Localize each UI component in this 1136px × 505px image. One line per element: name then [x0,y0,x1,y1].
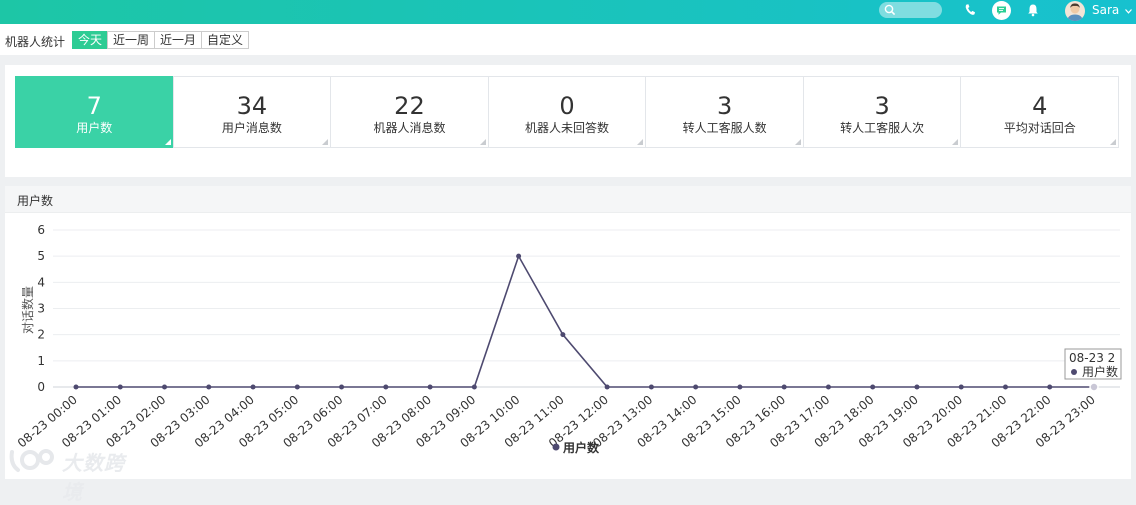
corner-triangle-icon [794,139,801,145]
data-point[interactable] [1002,384,1008,390]
data-point[interactable] [206,384,212,390]
data-point[interactable] [648,384,654,390]
watermark-logo: 大数跨境 [8,444,143,504]
user-count-line-chart: 0123456 对话数量 08-23 00:0008-23 01:0008-23… [15,223,1122,455]
search-icon [884,4,896,16]
search-box[interactable] [879,2,942,18]
stat-label: 平均对话回合 [1003,121,1076,135]
y-tick-label: 2 [37,328,45,342]
range-week-button[interactable]: 近一周 [107,31,156,49]
y-tick-label: 4 [37,275,45,289]
watermark-text: 大数跨境 [62,451,125,504]
data-point[interactable] [383,384,389,390]
stat-value: 4 [1032,92,1048,120]
data-point[interactable] [693,384,699,390]
data-point[interactable] [294,384,300,390]
stat-value: 34 [236,92,268,120]
data-point[interactable] [781,384,787,390]
bell-icon[interactable] [1027,3,1039,17]
data-point[interactable] [516,253,522,259]
logo-icon [9,449,54,472]
corner-triangle-icon [322,139,329,145]
data-point[interactable] [958,384,964,390]
data-point[interactable] [250,384,256,390]
range-custom-button[interactable]: 自定义 [201,31,250,49]
data-point[interactable] [737,384,743,390]
y-axis-label: 对话数量 [20,286,35,334]
series-line [76,254,1094,388]
data-point[interactable] [117,384,123,390]
filter-bar: 机器人统计 今天 近一周 近一月 自定义 [0,24,1136,55]
stat-value: 3 [716,92,733,120]
corner-triangle-icon [1110,139,1117,145]
stat-label: 机器人消息数 [373,121,446,135]
data-point[interactable] [471,384,477,390]
page-title: 机器人统计 [5,35,66,49]
stat-label: 机器人未回答数 [525,121,610,135]
stat-card-transfer-times[interactable]: 3 转人工客服人次 [802,76,962,148]
chat-button[interactable] [992,1,1011,20]
data-point[interactable] [1089,382,1099,392]
top-bar: Sara [0,0,1136,24]
range-today-button[interactable]: 今天 [72,31,109,49]
stat-label: 用户数 [76,121,113,135]
stat-card-transfer-users[interactable]: 3 转人工客服人数 [645,76,804,148]
stat-cards: 7 用户数 34 用户消息数 22 机器人消息数 0 机器人未回答数 3 转人工… [15,76,1120,148]
y-tick-label: 0 [37,380,45,394]
avatar[interactable] [1065,1,1085,21]
data-point[interactable] [825,384,831,390]
data-point[interactable] [560,332,566,338]
stat-value: 22 [394,92,425,120]
corner-triangle-icon [479,139,486,145]
y-tick-label: 3 [37,302,45,316]
chart-panel: 用户数 0123456 对话数量 08-23 00:00 08-23 01:00 0… [5,186,1131,479]
stat-card-bot-unanswered[interactable]: 0 机器人未回答数 [487,76,647,148]
range-selector: 今天 近一周 近一月 自定义 [72,31,250,49]
stat-card-user-messages[interactable]: 34 用户消息数 [172,76,332,148]
tooltip-label: 用户数 [1082,364,1118,379]
tooltip-title: 08-23 2 [1069,351,1115,365]
data-point[interactable] [1047,384,1053,390]
stats-panel: 7 用户数 34 用户消息数 22 机器人消息数 0 机器人未回答数 3 转人工… [5,65,1131,177]
caret-down-icon[interactable] [1125,9,1132,14]
y-tick-label: 6 [37,223,45,237]
data-point[interactable] [427,384,433,390]
y-tick-label: 5 [37,249,45,263]
stat-label: 转人工客服人次 [840,121,925,135]
phone-icon[interactable] [964,3,976,17]
data-point[interactable] [339,384,345,390]
corner-triangle-icon [164,139,171,145]
username[interactable]: Sara [1092,3,1119,17]
stat-card-avg-rounds[interactable]: 4 平均对话回合 [960,76,1120,148]
stat-label: 用户消息数 [221,121,282,135]
chart-tooltip: 08-23 2 用户数 [1064,348,1122,380]
data-point[interactable] [914,384,920,390]
stat-value: 3 [874,92,890,120]
data-point[interactable] [870,384,876,390]
data-point[interactable] [73,384,79,390]
data-point[interactable] [162,384,168,390]
stat-value: 7 [86,92,102,120]
chat-icon [997,6,1006,15]
stat-value: 0 [559,92,575,120]
stat-card-users[interactable]: 7 用户数 [15,76,174,148]
legend-label: 用户数 [562,440,600,455]
corner-triangle-icon [952,139,959,145]
stat-card-bot-messages[interactable]: 22 机器人消息数 [330,76,489,148]
legend-marker [552,443,560,451]
y-tick-label: 1 [37,354,45,368]
range-month-button[interactable]: 近一月 [154,31,203,49]
tooltip-dot [1071,369,1077,375]
data-point[interactable] [604,384,610,390]
stat-label: 转人工客服人数 [682,121,767,135]
corner-triangle-icon [637,139,644,145]
